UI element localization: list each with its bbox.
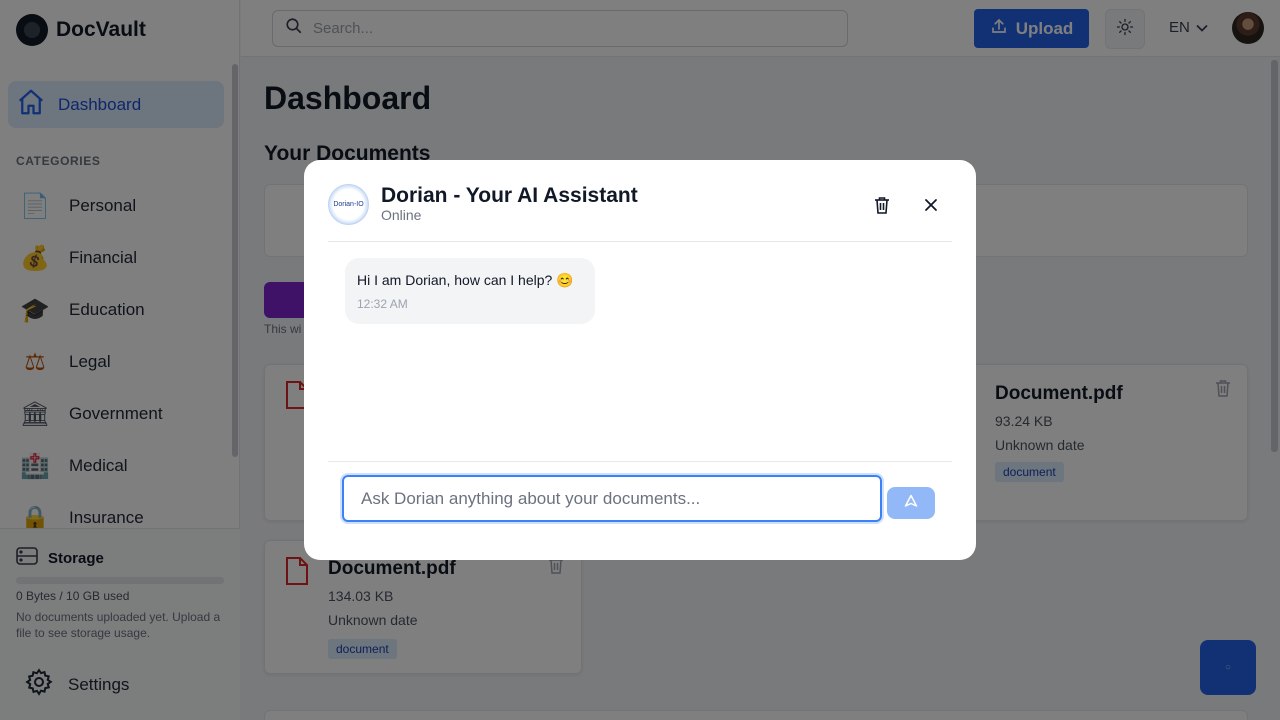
message-time: 12:32 AM xyxy=(357,297,408,311)
chat-modal: Dorian-IO Dorian - Your AI Assistant Onl… xyxy=(304,160,976,560)
send-icon xyxy=(904,494,918,513)
assistant-message-bubble: Hi I am Dorian, how can I help? 😊 12:32 … xyxy=(345,258,595,324)
chat-status: Online xyxy=(381,207,422,223)
message-text: Hi I am Dorian, how can I help? 😊 xyxy=(357,272,574,288)
chat-input-wrapper[interactable] xyxy=(342,475,882,522)
assistant-avatar-text: Dorian-IO xyxy=(333,201,364,208)
chat-input[interactable] xyxy=(361,488,861,509)
chat-title: Dorian - Your AI Assistant xyxy=(381,184,638,207)
clear-chat-trash-icon[interactable] xyxy=(874,196,892,214)
divider xyxy=(328,241,952,242)
assistant-avatar: Dorian-IO xyxy=(328,184,369,225)
send-button[interactable] xyxy=(887,487,935,519)
divider xyxy=(328,461,952,462)
close-icon[interactable] xyxy=(922,196,940,214)
